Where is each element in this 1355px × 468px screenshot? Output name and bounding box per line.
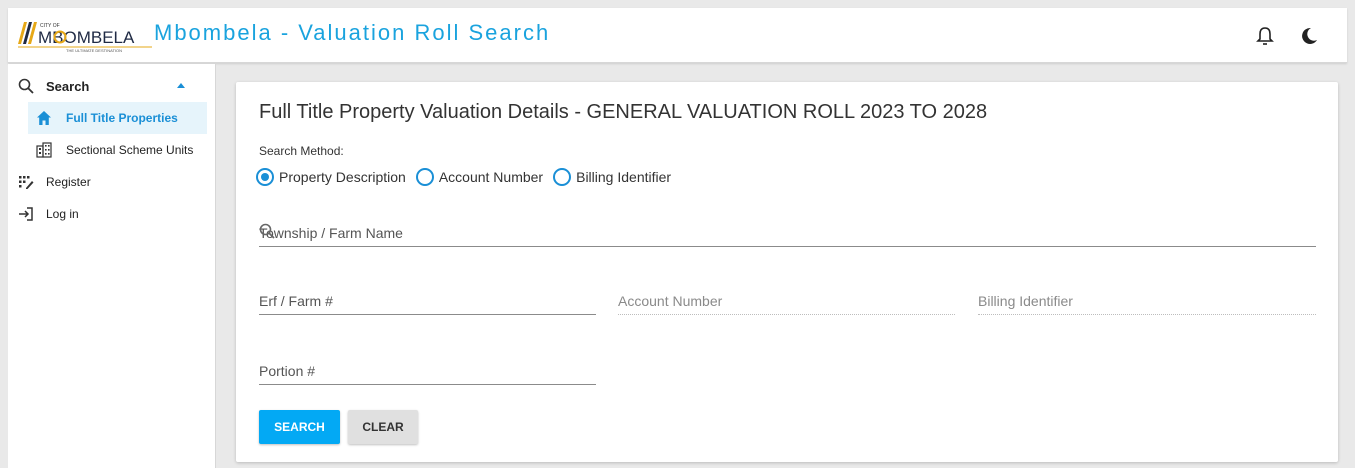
billing-identifier-input: Billing Identifier (978, 289, 1316, 315)
search-button[interactable]: SEARCH (259, 410, 340, 444)
app-header: CITY OF MBOMBELA THE ULTIMATE DESTINATIO… (8, 8, 1347, 63)
valuation-search-card: Full Title Property Valuation Details - … (236, 82, 1338, 462)
erf-input[interactable]: Erf / Farm # (259, 289, 596, 315)
building-icon (34, 140, 54, 160)
radio-account-number[interactable]: Account Number (415, 168, 544, 186)
radio-billing-identifier[interactable]: Billing Identifier (553, 168, 671, 186)
notifications-button[interactable] (1251, 22, 1279, 50)
logo-text: MBOMBELA (38, 28, 135, 47)
radio-unchecked-icon (415, 168, 434, 186)
page-title: Full Title Property Valuation Details - … (259, 101, 988, 123)
search-method-label: Search Method: (259, 144, 344, 158)
sidebar-item-label: Full Title Properties (66, 111, 178, 125)
sidebar-item-label: Log in (46, 207, 79, 221)
bell-icon (1256, 27, 1274, 45)
clear-button[interactable]: CLEAR (348, 410, 418, 444)
logo-tagline: THE ULTIMATE DESTINATION (66, 48, 122, 53)
sidebar-item-label: Search (46, 78, 90, 94)
radio-label: Billing Identifier (576, 169, 672, 185)
search-icon (16, 76, 36, 96)
radio-unchecked-icon (553, 168, 572, 186)
sidebar-item-sectional-scheme-units[interactable]: Sectional Scheme Units (8, 134, 215, 166)
sidebar-item-label: Register (46, 175, 91, 189)
billing-identifier-placeholder: Billing Identifier (978, 293, 1073, 309)
sidebar-item-search[interactable]: Search (8, 70, 215, 102)
search-icon[interactable] (259, 223, 1312, 242)
logo-graphic: CITY OF MBOMBELA THE ULTIMATE DESTINATIO… (18, 22, 152, 53)
search-method-group: Property Description Account Number Bill… (256, 168, 681, 186)
sidebar-item-register[interactable]: Register (8, 166, 215, 198)
register-icon (16, 172, 36, 192)
sidebar: Search Full Title Properties Sectional S… (8, 64, 216, 468)
erf-placeholder: Erf / Farm # (259, 293, 333, 309)
chevron-up-icon (177, 83, 185, 88)
sidebar-item-log-in[interactable]: Log in (8, 198, 215, 230)
account-number-placeholder: Account Number (618, 293, 723, 309)
app-title: Mbombela - Valuation Roll Search (154, 20, 551, 45)
city-logo[interactable]: CITY OF MBOMBELA THE ULTIMATE DESTINATIO… (16, 18, 152, 54)
radio-property-description[interactable]: Property Description (256, 168, 406, 186)
sidebar-item-full-title-properties[interactable]: Full Title Properties (28, 102, 207, 134)
login-icon (16, 204, 36, 224)
radio-checked-icon (256, 168, 274, 186)
dark-mode-toggle[interactable] (1295, 22, 1323, 50)
radio-label: Property Description (279, 169, 406, 185)
radio-label: Account Number (438, 169, 544, 185)
moon-icon (1302, 27, 1317, 44)
township-input[interactable]: Township / Farm Name (259, 221, 1316, 247)
sidebar-item-label: Sectional Scheme Units (66, 143, 194, 157)
account-number-input: Account Number (618, 289, 955, 315)
portion-input[interactable]: Portion # (259, 359, 596, 385)
home-icon (34, 108, 54, 128)
portion-placeholder: Portion # (259, 363, 316, 379)
